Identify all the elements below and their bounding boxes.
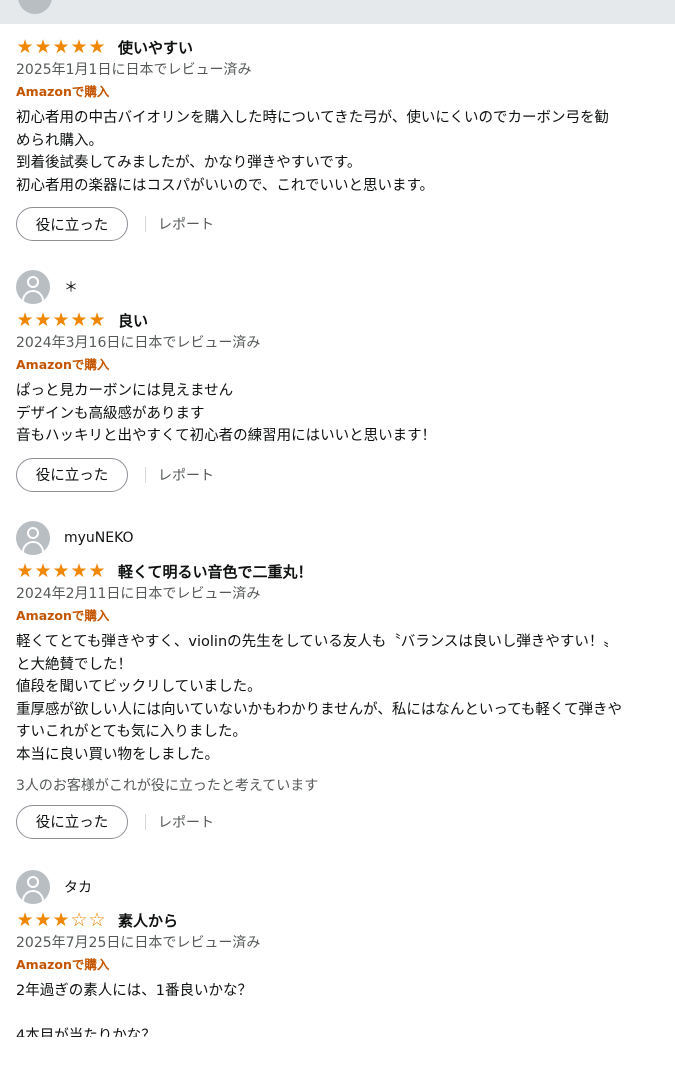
verified-purchase-badge: Amazonで購入 <box>16 357 110 372</box>
star-filled-icon: ★ <box>52 309 70 331</box>
review-body-line: と大絶賛でした！ <box>16 656 132 673</box>
review-body-line: デザインも高級感があります <box>16 405 205 422</box>
review-body-line: 本当に良い買い物をしました。 <box>16 746 219 763</box>
divider <box>145 466 146 483</box>
reviewer-profile[interactable]: myuNEKO <box>16 521 666 555</box>
review-body-line: められ購入。 <box>16 132 103 149</box>
review-date: 2024年2月11日に日本でレビュー済み <box>16 586 261 602</box>
review-title[interactable]: 使いやすい <box>118 37 193 58</box>
star-rating[interactable]: ★ ★ ★ ☆ ☆ <box>16 909 106 931</box>
review-card: タカ ★ ★ ★ ☆ ☆ 素人から 2025年7月25日に日本でレビュー済み A… <box>16 870 666 1048</box>
report-link[interactable]: レポート <box>158 214 214 234</box>
star-outline-icon: ☆ <box>88 909 106 931</box>
review-body-line: 重厚感が欲しい人には向いていないかもわかりませんが、私にはなんといっても軽くて弾… <box>16 701 622 718</box>
star-filled-icon: ★ <box>88 560 106 582</box>
verified-purchase-badge: Amazonで購入 <box>16 957 110 972</box>
star-filled-icon: ★ <box>34 309 52 331</box>
report-link[interactable]: レポート <box>158 465 214 485</box>
person-silhouette-icon <box>16 521 50 555</box>
star-filled-icon: ★ <box>16 36 34 58</box>
review-body: ぱっと見カーボンには見えません デザインも高級感があります 音もハッキリと出やす… <box>16 380 666 448</box>
review-title[interactable]: 素人から <box>118 910 178 931</box>
review-body-line: 初心者用の中古バイオリンを購入した時についてきた弓が、使いにくいのでカーボン弓を… <box>16 110 610 126</box>
star-filled-icon: ★ <box>88 309 106 331</box>
star-filled-icon: ★ <box>16 309 34 331</box>
star-filled-icon: ★ <box>34 36 52 58</box>
reviewer-profile[interactable]: タカ <box>16 870 666 904</box>
review-body: 軽くてとても弾きやすく、violinの先生をしている友人も〝バランスは良いし弾き… <box>16 631 666 767</box>
verified-purchase-badge: Amazonで購入 <box>16 608 110 623</box>
review-title-row: ★ ★ ★ ☆ ☆ 素人から <box>16 908 666 932</box>
review-title-row: ★ ★ ★ ★ ★ 良い <box>16 308 666 332</box>
review-body-line: 軽くてとても弾きやすく、violinの先生をしている友人も〝バランスは良いし弾き… <box>16 634 618 650</box>
review-body-line: 初心者用の楽器にはコスパがいいので、これでいいと思います。 <box>16 177 435 194</box>
report-link[interactable]: レポート <box>158 812 214 832</box>
review-actions: 役に立った レポート <box>16 804 666 839</box>
star-rating[interactable]: ★ ★ ★ ★ ★ <box>16 36 106 58</box>
person-silhouette-icon <box>16 270 50 304</box>
review-actions: 役に立った レポート <box>16 207 666 242</box>
review-title[interactable]: 軽くて明るい音色で二重丸！ <box>118 561 313 582</box>
star-filled-icon: ★ <box>70 36 88 58</box>
star-filled-icon: ★ <box>70 560 88 582</box>
star-filled-icon: ★ <box>34 560 52 582</box>
review-card: ＊ ★ ★ ★ ★ ★ 良い 2024年3月16日に日本でレビュー済み Amaz… <box>16 270 666 492</box>
person-silhouette-icon <box>16 870 50 904</box>
star-rating[interactable]: ★ ★ ★ ★ ★ <box>16 309 106 331</box>
review-actions: 役に立った レポート <box>16 457 666 492</box>
reviewer-name[interactable]: タカ <box>64 877 92 897</box>
review-date: 2025年7月25日に日本でレビュー済み <box>16 935 261 951</box>
review-card: myuNEKO ★ ★ ★ ★ ★ 軽くて明るい音色で二重丸！ 2024年2月1… <box>16 521 666 839</box>
reviewer-name[interactable]: ＊ <box>64 277 78 297</box>
review-body-line: 音もハッキリと出やすくて初心者の練習用にはいいと思います！ <box>16 428 437 445</box>
star-filled-icon: ★ <box>52 560 70 582</box>
review-body-line: すいこれがとても気に入りました。 <box>16 724 247 741</box>
review-body-line: ぱっと見カーボンには見えません <box>16 383 234 399</box>
avatar <box>18 0 52 14</box>
review-date: 2024年3月16日に日本でレビュー済み <box>16 335 261 351</box>
star-filled-icon: ★ <box>52 36 70 58</box>
star-filled-icon: ★ <box>16 560 34 582</box>
review-body-line: 到着後試奏してみましたが、かなり弾きやすいです。 <box>16 155 362 172</box>
star-outline-icon: ☆ <box>70 909 88 931</box>
reviewer-profile[interactable]: ＊ <box>16 270 666 304</box>
star-filled-icon: ★ <box>52 909 70 931</box>
star-filled-icon: ★ <box>16 909 34 931</box>
helpful-count: 3人のお客様がこれが役に立ったと考えています <box>16 777 319 794</box>
viewport-cutoff <box>0 1037 675 1080</box>
review-title-row: ★ ★ ★ ★ ★ 軽くて明るい音色で二重丸！ <box>16 559 666 583</box>
review-card: ★ ★ ★ ★ ★ 使いやすい 2025年1月1日に日本でレビュー済み Amaz… <box>16 35 666 242</box>
verified-purchase-badge: Amazonで購入 <box>16 84 110 99</box>
review-body: 初心者用の中古バイオリンを購入した時についてきた弓が、使いにくいのでカーボン弓を… <box>16 107 666 197</box>
review-date: 2025年1月1日に日本でレビュー済み <box>16 62 252 78</box>
review-body-line: 2年過ぎの素人には、1番良いかな？ <box>16 983 252 999</box>
star-filled-icon: ★ <box>70 309 88 331</box>
review-body-line <box>16 1003 666 1026</box>
helpful-button[interactable]: 役に立った <box>16 207 128 242</box>
star-filled-icon: ★ <box>88 36 106 58</box>
review-title[interactable]: 良い <box>118 310 148 331</box>
helpful-button[interactable]: 役に立った <box>16 804 128 839</box>
helpful-button[interactable]: 役に立った <box>16 457 128 492</box>
star-filled-icon: ★ <box>34 909 52 931</box>
divider <box>145 216 146 233</box>
review-body-line: 値段を聞いてビックリしていました。 <box>16 679 262 696</box>
review-title-row: ★ ★ ★ ★ ★ 使いやすい <box>16 35 666 59</box>
star-rating[interactable]: ★ ★ ★ ★ ★ <box>16 560 106 582</box>
top-bar <box>0 0 675 24</box>
divider <box>145 813 146 830</box>
reviewer-name[interactable]: myuNEKO <box>64 530 134 546</box>
